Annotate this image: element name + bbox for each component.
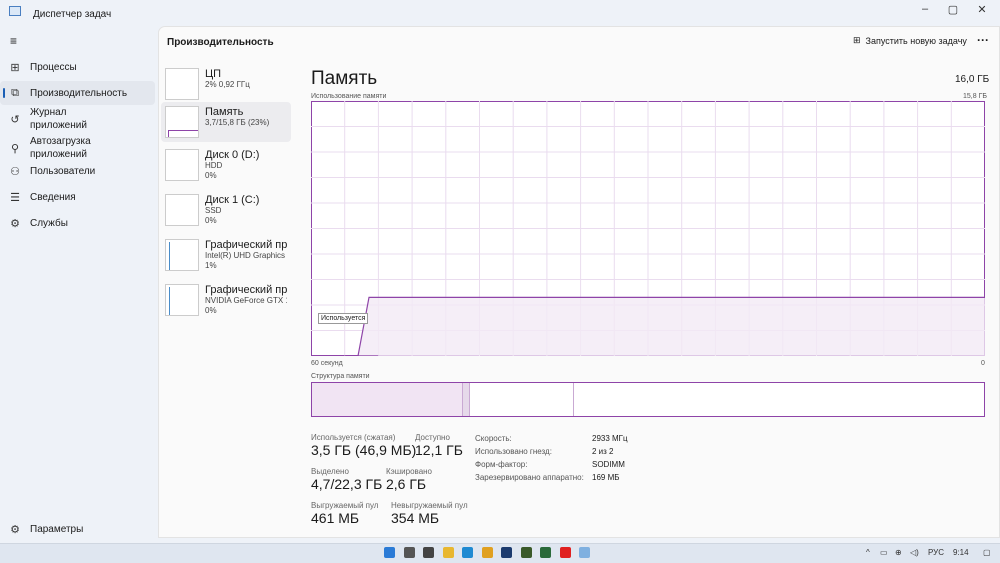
memory-total: 16,0 ГБ bbox=[955, 74, 990, 85]
users-icon: ⚇ bbox=[10, 165, 20, 178]
taskbar-edge-icon[interactable] bbox=[462, 547, 473, 558]
clock[interactable]: 9:14 bbox=[953, 548, 969, 557]
device-name: ЦП bbox=[205, 68, 222, 80]
sidebar-item-history[interactable]: ↺ Журнал приложений bbox=[0, 107, 155, 131]
hamburger-menu-icon[interactable]: ≡ bbox=[10, 34, 17, 48]
minimize-button[interactable]: – bbox=[915, 3, 935, 19]
composition-modified bbox=[463, 383, 470, 416]
device-name: Диск 1 (C:) bbox=[205, 194, 260, 206]
settings-icon: ⚙ bbox=[10, 523, 20, 536]
prop-key: Зарезервировано аппаратно: bbox=[475, 473, 584, 482]
device-item[interactable]: Память 3,7/15,8 ГБ (23%) bbox=[161, 102, 291, 142]
usage-label: Использование памяти bbox=[311, 93, 387, 100]
device-name: Память bbox=[205, 106, 244, 118]
tray-chevron-icon[interactable]: ^ bbox=[866, 548, 870, 557]
sidebar-item-details[interactable]: ☰ Сведения bbox=[0, 185, 155, 209]
prop-value: 2933 МГц bbox=[592, 434, 628, 443]
network-icon[interactable]: ⊕ bbox=[895, 548, 902, 557]
close-button[interactable]: ✕ bbox=[972, 3, 992, 19]
sidebar-item-services[interactable]: ⚙ Службы bbox=[0, 211, 155, 235]
window-title: Диспетчер задач bbox=[33, 9, 112, 20]
new-task-button[interactable]: ⊞ Запустить новую задачу bbox=[853, 35, 967, 46]
page-title: Производительность bbox=[167, 37, 274, 48]
sidebar-item-settings[interactable]: ⚙ Параметры bbox=[0, 517, 155, 541]
device-thumbnail bbox=[165, 68, 199, 100]
taskbar-file-explorer-icon[interactable] bbox=[442, 547, 454, 558]
app-icon bbox=[9, 6, 21, 16]
device-item[interactable]: Диск 0 (D:) HDD 0% bbox=[161, 145, 291, 185]
taskbar-app-icon-green[interactable] bbox=[520, 547, 532, 558]
device-item[interactable]: ЦП 2% 0,92 ГГц bbox=[161, 64, 291, 104]
volume-icon[interactable]: ◁) bbox=[910, 548, 919, 557]
maximize-button[interactable]: ▢ bbox=[943, 3, 963, 19]
prop-value: 2 из 2 bbox=[592, 447, 614, 456]
processes-icon: ⊞ bbox=[10, 61, 20, 74]
device-thumbnail bbox=[165, 149, 199, 181]
taskbar-excel-icon[interactable] bbox=[540, 547, 551, 558]
taskbar-chrome-icon[interactable] bbox=[481, 547, 493, 558]
usage-area bbox=[311, 297, 985, 356]
stat-item: Выгружаемый пул 461 МБ bbox=[311, 501, 379, 526]
taskbar-task-view-icon[interactable] bbox=[423, 547, 434, 558]
taskbar-search-icon[interactable] bbox=[403, 547, 415, 558]
prop-key: Использовано гнезд: bbox=[475, 447, 552, 456]
x-axis-right: 0 bbox=[981, 360, 985, 367]
language-indicator[interactable]: РУС bbox=[928, 548, 944, 557]
details-icon: ☰ bbox=[10, 191, 20, 204]
taskbar-start-icon[interactable] bbox=[384, 547, 395, 558]
taskbar-youtube-icon[interactable] bbox=[559, 547, 571, 558]
taskbar-task-manager-icon[interactable] bbox=[579, 547, 590, 558]
memory-usage-graph bbox=[311, 101, 985, 356]
device-item[interactable]: Диск 1 (C:) SSD 0% bbox=[161, 190, 291, 230]
device-thumbnail bbox=[165, 194, 199, 226]
more-options-button[interactable]: ··· bbox=[977, 33, 989, 47]
startup-icon: ⚲ bbox=[10, 142, 20, 155]
device-item[interactable]: Графический процессор 0Intel(R) UHD Grap… bbox=[161, 235, 291, 275]
services-icon: ⚙ bbox=[10, 217, 20, 230]
new-task-icon: ⊞ bbox=[853, 35, 861, 45]
memory-composition-bar bbox=[311, 382, 985, 417]
stat-item: Доступно 12,1 ГБ bbox=[415, 433, 463, 458]
performance-icon: ⧉ bbox=[11, 86, 19, 99]
device-thumbnail bbox=[165, 106, 199, 138]
taskbar-photoshop-icon[interactable] bbox=[501, 547, 512, 558]
stat-item: Используется (сжатая) 3,5 ГБ (46,9 МБ) bbox=[311, 433, 417, 458]
stat-item: Выделено 4,7/22,3 ГБ bbox=[311, 467, 383, 492]
usage-max: 15,8 ГБ bbox=[963, 93, 987, 100]
prop-value: 169 МБ bbox=[592, 473, 620, 482]
device-thumbnail bbox=[165, 239, 199, 271]
device-name: Графический процессор 1 bbox=[205, 284, 287, 296]
notifications-icon[interactable]: ▢ bbox=[983, 548, 991, 557]
taskbar bbox=[0, 543, 1000, 563]
device-thumbnail bbox=[165, 284, 199, 316]
device-name: Графический процессор 0 bbox=[205, 239, 287, 251]
prop-value: SODIMM bbox=[592, 460, 625, 469]
composition-in-use bbox=[312, 383, 464, 416]
stat-item: Кэшировано 2,6 ГБ bbox=[386, 467, 433, 492]
device-item[interactable]: Графический процессор 1NVIDIA GeForce GT… bbox=[161, 280, 291, 320]
composition-free bbox=[574, 383, 984, 416]
composition-label: Структура памяти bbox=[311, 373, 370, 380]
battery-icon[interactable]: ▭ bbox=[880, 548, 888, 557]
history-icon: ↺ bbox=[10, 113, 20, 126]
sidebar-item-users[interactable]: ⚇ Пользователи bbox=[0, 159, 155, 183]
prop-key: Форм-фактор: bbox=[475, 460, 528, 469]
memory-title: Память bbox=[311, 68, 378, 89]
composition-standby bbox=[469, 383, 575, 416]
x-axis-left: 60 секунд bbox=[311, 360, 343, 367]
sidebar-item-performance[interactable]: ⧉ Производительность bbox=[0, 81, 155, 105]
device-name: Диск 0 (D:) bbox=[205, 149, 260, 161]
in-use-tooltip: Используется bbox=[318, 313, 369, 324]
stat-item: Невыгружаемый пул 354 МБ bbox=[391, 501, 468, 526]
prop-key: Скорость: bbox=[475, 434, 512, 443]
sidebar-item-processes[interactable]: ⊞ Процессы bbox=[0, 55, 155, 79]
